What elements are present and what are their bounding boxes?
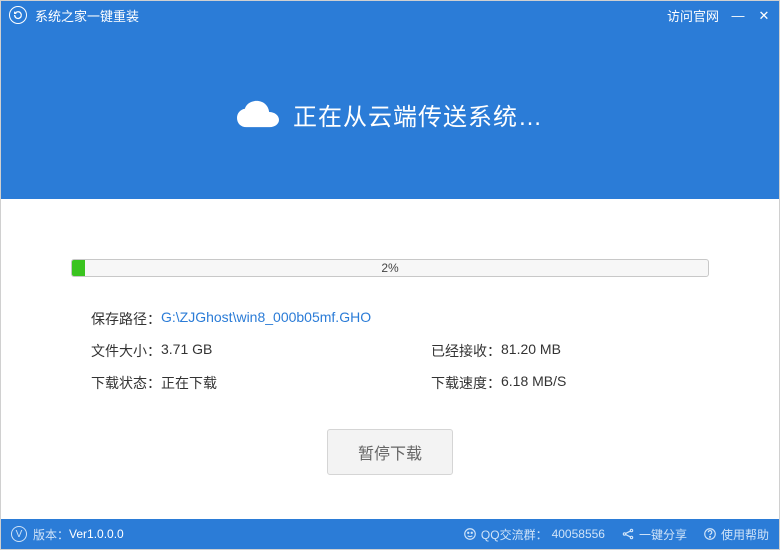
received-label: 已经接收： <box>431 341 501 361</box>
app-window: 系统之家一键重装 访问官网 — ✕ 正在从云端传送系统… 2% <box>0 0 780 550</box>
speed-value: 6.18 MB/S <box>501 373 566 393</box>
app-title: 系统之家一键重装 <box>35 6 139 25</box>
pause-download-button[interactable]: 暂停下载 <box>327 429 453 475</box>
help-label: 使用帮助 <box>721 526 769 543</box>
share-label: 一键分享 <box>639 526 687 543</box>
qq-group-link[interactable]: QQ交流群： 40058556 <box>463 526 605 543</box>
progress-bar: 2% <box>71 259 709 277</box>
received-value: 81.20 MB <box>501 341 561 361</box>
minimize-button[interactable]: — <box>731 9 745 22</box>
official-site-link[interactable]: 访问官网 <box>667 6 719 25</box>
download-info: 保存路径： G:\ZJGhost\win8_000b05mf.GHO 文件大小：… <box>71 309 709 393</box>
file-size-value: 3.71 GB <box>161 341 212 361</box>
qq-label: QQ交流群： <box>481 526 548 543</box>
speed-label: 下载速度： <box>431 373 501 393</box>
hero-title: 正在从云端传送系统… <box>293 97 543 132</box>
content-area: 2% 保存路径： G:\ZJGhost\win8_000b05mf.GHO 文件… <box>1 199 779 519</box>
titlebar: 系统之家一键重装 访问官网 — ✕ <box>1 1 779 29</box>
progress-percent: 2% <box>72 260 708 276</box>
progress-section: 2% <box>71 259 709 277</box>
status-label: 下载状态： <box>91 373 161 393</box>
close-button[interactable]: ✕ <box>757 9 771 22</box>
help-button[interactable]: 使用帮助 <box>703 526 769 543</box>
status-value: 正在下载 <box>161 373 217 393</box>
save-path-value: G:\ZJGhost\win8_000b05mf.GHO <box>161 309 371 329</box>
version-label: 版本： <box>33 526 69 543</box>
cloud-icon <box>237 99 279 129</box>
file-size-label: 文件大小： <box>91 341 161 361</box>
app-logo-icon <box>9 6 27 24</box>
statusbar: V 版本： Ver1.0.0.0 QQ交流群： 40058556 一键分享 使用… <box>1 519 779 549</box>
save-path-label: 保存路径： <box>91 309 161 329</box>
hero-banner: 正在从云端传送系统… <box>1 29 779 199</box>
qq-value: 40058556 <box>552 527 605 541</box>
version-value: Ver1.0.0.0 <box>69 527 124 541</box>
share-button[interactable]: 一键分享 <box>621 526 687 543</box>
version-icon: V <box>11 526 27 542</box>
